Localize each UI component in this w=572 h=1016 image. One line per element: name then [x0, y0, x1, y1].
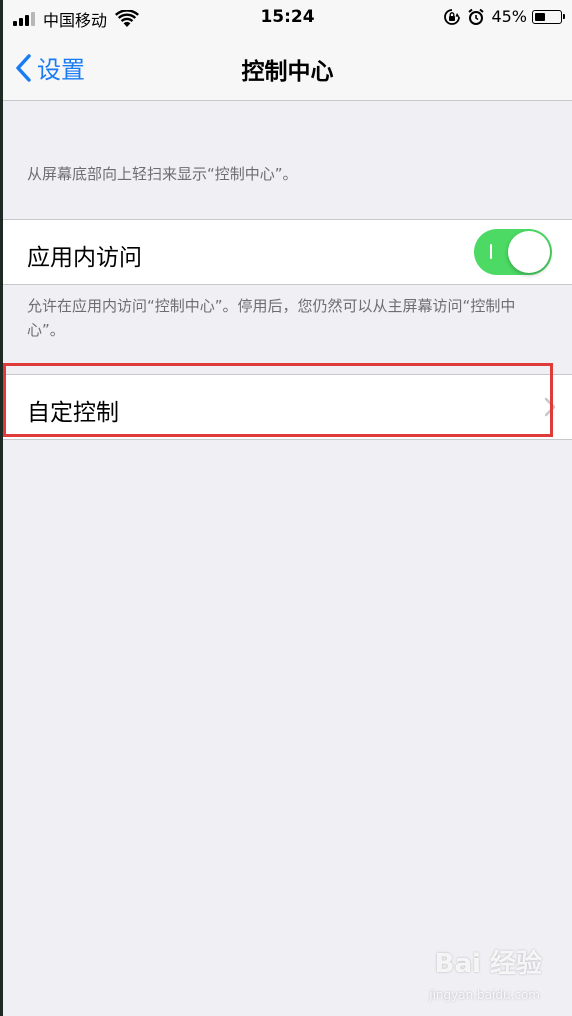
settings-screen: 中国移动 15:24 45% 设置 控制中心 从屏幕底部向上轻扫来显示“控制中心…	[3, 0, 572, 1016]
customize-controls-label: 自定控制	[27, 400, 119, 426]
watermark-logo: Bai 经验	[434, 949, 542, 979]
in-app-access-toggle[interactable]	[474, 229, 552, 275]
rotation-lock-icon	[444, 8, 461, 25]
battery-percent: 45%	[491, 7, 527, 26]
status-right: 45%	[443, 7, 565, 26]
intro-note: 从屏幕底部向上轻扫来显示“控制中心”。	[27, 165, 298, 183]
in-app-note: 允许在应用内访问“控制中心”。停用后，您仍然可以从主屏幕访问“控制中心”。	[27, 297, 516, 339]
toggle-on-mark	[490, 244, 492, 259]
in-app-access-row: 应用内访问	[3, 219, 572, 285]
chevron-right-icon	[544, 397, 556, 417]
customize-controls-row[interactable]: 自定控制	[3, 374, 572, 440]
in-app-access-label: 应用内访问	[27, 245, 142, 271]
alarm-icon	[468, 8, 485, 25]
status-bar: 中国移动 15:24 45%	[3, 0, 572, 36]
battery-fill	[535, 12, 545, 21]
battery-icon	[532, 9, 565, 24]
watermark-url: jingyan.baidu.com	[429, 988, 540, 1002]
navigation-bar: 设置 控制中心	[3, 36, 572, 101]
toggle-knob	[508, 231, 550, 273]
page-title: 控制中心	[241, 59, 334, 85]
